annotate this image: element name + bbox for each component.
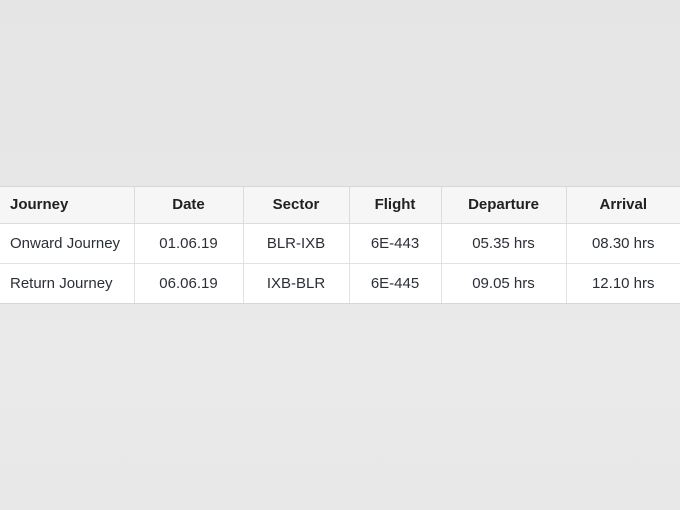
table-body: Onward Journey 01.06.19 BLR-IXB 6E-443 0… [0, 223, 680, 304]
column-header-arrival: Arrival [566, 187, 680, 224]
table-header: Journey Date Sector Flight Departure Arr… [0, 187, 680, 224]
cell-arrival: 08.30 hrs [566, 223, 680, 264]
cell-departure: 09.05 hrs [441, 263, 567, 304]
table-header-row: Journey Date Sector Flight Departure Arr… [0, 187, 680, 224]
column-header-journey: Journey [0, 187, 135, 224]
cell-departure: 05.35 hrs [441, 223, 567, 264]
flight-schedule-table-container: Journey Date Sector Flight Departure Arr… [0, 186, 680, 305]
column-header-flight: Flight [349, 187, 442, 224]
cell-journey: Onward Journey [0, 223, 135, 264]
column-header-sector: Sector [243, 187, 350, 224]
column-header-date: Date [134, 187, 244, 224]
cell-sector: BLR-IXB [243, 223, 350, 264]
cell-date: 01.06.19 [134, 223, 244, 264]
table-row: Return Journey 06.06.19 IXB-BLR 6E-445 0… [0, 263, 680, 304]
cell-flight: 6E-443 [349, 223, 442, 264]
cell-date: 06.06.19 [134, 263, 244, 304]
cell-sector: IXB-BLR [243, 263, 350, 304]
cell-journey: Return Journey [0, 263, 135, 304]
cell-arrival: 12.10 hrs [591, 274, 655, 292]
page-background: Journey Date Sector Flight Departure Arr… [0, 0, 680, 510]
cell-flight: 6E-445 [349, 263, 442, 304]
column-header-departure: Departure [441, 187, 567, 224]
table-row: Onward Journey 01.06.19 BLR-IXB 6E-443 0… [0, 223, 680, 264]
flight-schedule-table: Journey Date Sector Flight Departure Arr… [0, 187, 680, 304]
